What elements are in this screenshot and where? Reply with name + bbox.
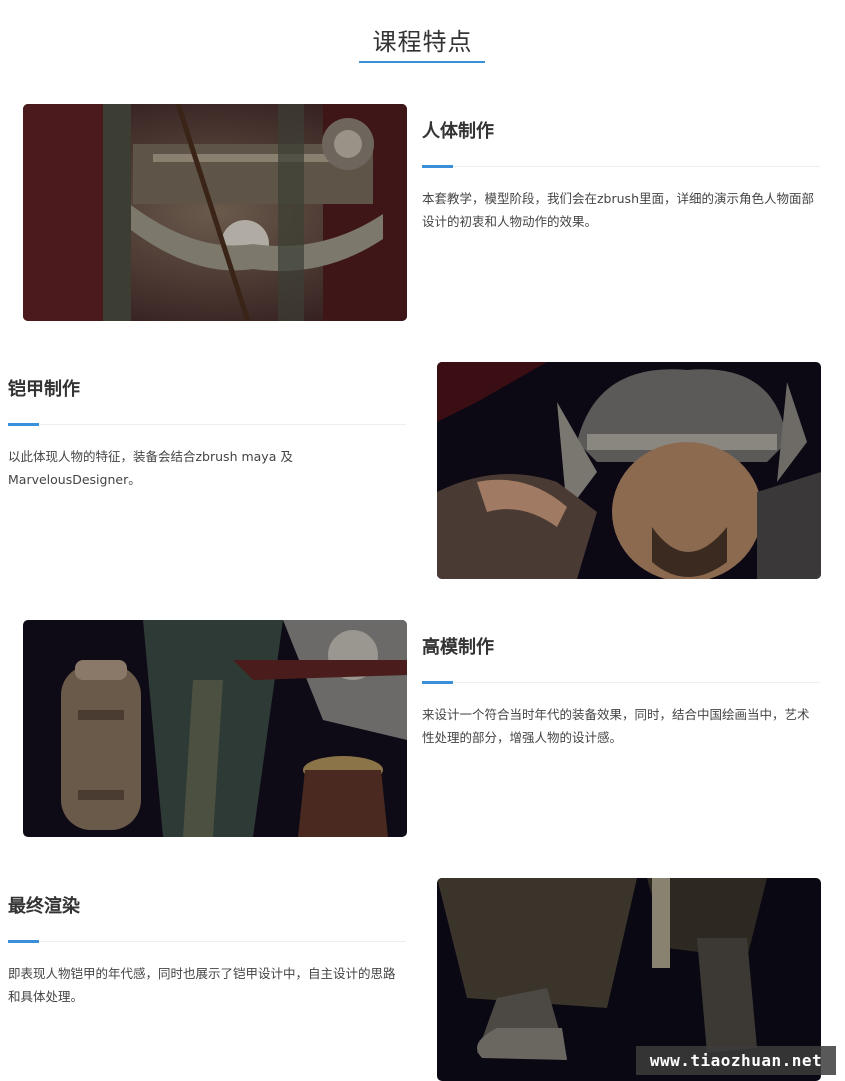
feature-accent-bar [8,940,39,943]
feature-accent-bar [422,681,453,684]
section-title-underline [359,61,485,63]
feature-description: 来设计一个符合当时年代的装备效果，同时，结合中国绘画当中，艺术性处理的部分，增强… [422,707,810,745]
watermark: www.tiaozhuan.net [636,1046,836,1075]
warrior-helmet-portrait-photo [437,362,821,579]
feature-accent-bar [422,165,453,168]
feature-divider [8,940,406,943]
armor-ornament-tassel-photo [23,620,407,837]
feature-heading: 人体制作 [422,121,494,142]
armor-chest-closeup-photo [23,104,407,321]
feature-heading: 高模制作 [422,637,494,658]
section-title: 课程特点 [372,28,473,56]
feature-description: 本套教学，模型阶段，我们会在zbrush里面，详细的演示角色人物面部设计的初衷和… [422,191,814,229]
feature-description: 即表现人物铠甲的年代感，同时也展示了铠甲设计中，自主设计的思路和具体处理。 [8,966,396,1004]
feature-description: 以此体现人物的特征，装备会结合zbrush maya 及MarvelousDes… [8,449,293,487]
feature-divider [422,165,820,168]
feature-accent-bar [8,423,39,426]
feature-heading: 铠甲制作 [8,379,80,400]
feature-divider [422,681,820,684]
feature-divider [8,423,406,426]
feature-heading: 最终渲染 [8,896,80,917]
